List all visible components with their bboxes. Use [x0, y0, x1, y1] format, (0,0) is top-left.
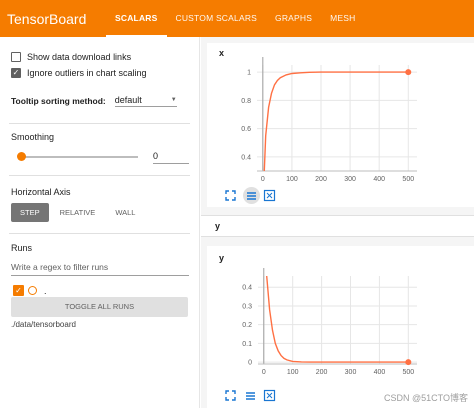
- y-tick-label: 1: [247, 70, 251, 77]
- chart-card-y: y 0 100 200 300 400 500 0 0.1 0.2 0.3 0.4 CSDN @51…: [207, 246, 474, 408]
- x-tick-label: 300: [344, 176, 356, 183]
- axis-relative-button[interactable]: RELATIVE: [51, 203, 105, 222]
- horizontal-axis-title: Horizontal Axis: [11, 187, 71, 197]
- smoothing-slider-track[interactable]: [21, 156, 138, 158]
- smoothing-slider-handle[interactable]: [17, 152, 26, 161]
- top-bar: TensorBoard SCALARS CUSTOM SCALARS GRAPH…: [0, 0, 474, 37]
- app-brand: TensorBoard: [7, 10, 87, 27]
- tab-scalars[interactable]: SCALARS: [106, 0, 167, 37]
- fullscreen-icon[interactable]: [224, 389, 237, 402]
- x-tick-label: 100: [287, 369, 299, 376]
- x-tick-label: 100: [286, 176, 298, 183]
- fit-domain-icon[interactable]: [263, 189, 276, 202]
- tooltip-sorting-value: default: [114, 95, 142, 105]
- x-tick-label: 200: [315, 176, 327, 183]
- series-line: [263, 71, 409, 172]
- chart-y-svg: 0 100 200 300 400 500 0 0.1 0.2 0.3 0.4: [242, 268, 417, 376]
- tooltip-sorting-label: Tooltip sorting method:: [11, 96, 106, 106]
- x-tick-label: 500: [402, 176, 414, 183]
- fullscreen-icon[interactable]: [224, 189, 237, 202]
- y-tick-label: 0.6: [241, 126, 251, 133]
- runs-filter-input[interactable]: Write a regex to filter runs: [11, 262, 189, 276]
- show-download-checkbox[interactable]: [11, 52, 21, 62]
- show-download-row[interactable]: Show data download links: [11, 52, 131, 62]
- smoothing-input[interactable]: 0: [153, 151, 189, 164]
- toggle-all-runs-button[interactable]: TOGGLE ALL RUNS: [11, 297, 188, 317]
- x-tick-label: 400: [374, 369, 386, 376]
- y-tick-label: 0.4: [241, 154, 251, 161]
- run-checkbox[interactable]: ✓: [13, 285, 24, 296]
- runs-title: Runs: [11, 243, 33, 253]
- sidebar: Show data download links ✓ Ignore outlie…: [0, 37, 200, 408]
- axis-step-button[interactable]: STEP: [11, 203, 49, 222]
- main-content: x 0 100 200 300 400 500 0.4 0.6 0.8 1 y y 0 100 200…: [201, 37, 474, 408]
- run-row[interactable]: ✓ .: [13, 285, 47, 296]
- ignore-outliers-label: Ignore outliers in chart scaling: [27, 68, 147, 78]
- ignore-outliers-row[interactable]: ✓ Ignore outliers in chart scaling: [11, 68, 147, 78]
- fit-domain-icon[interactable]: [263, 389, 276, 402]
- show-download-label: Show data download links: [27, 52, 132, 62]
- x-tick-label: 0: [262, 369, 266, 376]
- group-header-y[interactable]: y: [201, 215, 474, 237]
- x-tick-label: 500: [402, 369, 414, 376]
- y-tick-label: 0: [248, 360, 252, 367]
- tab-custom-scalars[interactable]: CUSTOM SCALARS: [167, 0, 267, 37]
- chart-card-x: x 0 100 200 300 400 500 0.4 0.6 0.8 1: [207, 43, 474, 207]
- tab-mesh[interactable]: MESH: [321, 0, 364, 37]
- y-tick-label: 0.2: [242, 322, 252, 329]
- run-label: .: [44, 285, 47, 296]
- series-end-point: [405, 359, 412, 366]
- divider: [9, 233, 190, 234]
- group-title-y: y: [215, 221, 221, 231]
- y-tick-label: 0.8: [241, 98, 251, 105]
- y-tick-label: 0.1: [242, 341, 252, 348]
- series-line: [266, 275, 409, 363]
- smoothing-title: Smoothing: [11, 132, 55, 142]
- x-tick-label: 0: [261, 176, 265, 183]
- axis-wall-button[interactable]: WALL: [106, 203, 144, 222]
- series-end-point: [405, 69, 412, 76]
- chevron-down-icon: ▼: [170, 97, 177, 103]
- tooltip-sorting-select[interactable]: default ▼: [114, 95, 177, 107]
- y-tick-label: 0.4: [242, 285, 252, 292]
- log-scale-icon[interactable]: [243, 187, 260, 204]
- tensorboard-app: TensorBoard SCALARS CUSTOM SCALARS GRAPH…: [0, 0, 474, 408]
- x-tick-label: 300: [345, 369, 357, 376]
- run-color-icon: [28, 286, 37, 295]
- divider: [9, 175, 190, 176]
- x-tick-label: 200: [316, 369, 328, 376]
- watermark: CSDN @51CTO博客: [384, 393, 468, 403]
- tooltip-sorting-row: Tooltip sorting method: default ▼: [11, 95, 177, 107]
- horizontal-axis-options: STEP RELATIVE WALL: [11, 203, 146, 222]
- divider: [9, 123, 190, 124]
- x-tick-label: 400: [373, 176, 385, 183]
- chart-x-svg: 0 100 200 300 400 500 0.4 0.6 0.8 1: [241, 57, 417, 183]
- log-scale-icon[interactable]: [244, 389, 257, 402]
- run-path: ./data/tensorboard: [11, 320, 76, 329]
- y-tick-label: 0.3: [242, 303, 252, 310]
- ignore-outliers-checkbox[interactable]: ✓: [11, 68, 21, 78]
- tab-graphs[interactable]: GRAPHS: [266, 0, 321, 37]
